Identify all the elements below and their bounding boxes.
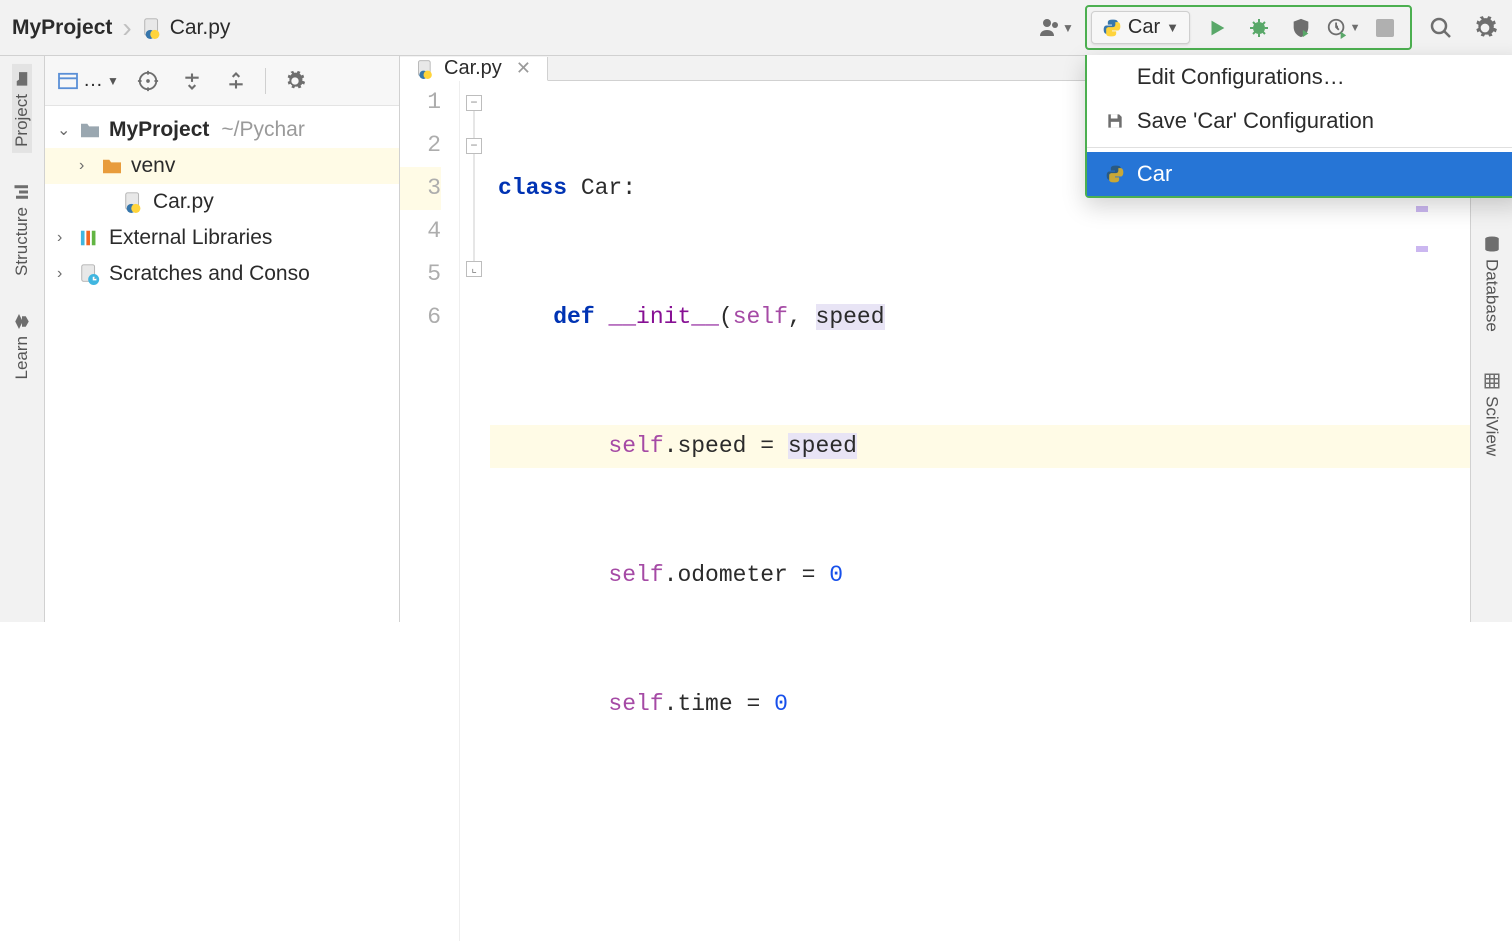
grid-icon [1483, 372, 1501, 390]
user-icon[interactable]: ▼ [1041, 13, 1071, 43]
rail-sciview[interactable]: SciView [1482, 366, 1502, 462]
left-rail: Project Structure Learn [0, 56, 45, 622]
rail-structure[interactable]: Structure [12, 177, 32, 282]
gutter: 1 2 3 4 5 6 [400, 81, 460, 941]
target-icon[interactable] [133, 66, 163, 96]
gear-icon[interactable] [1470, 13, 1500, 43]
code-editor[interactable]: 1 2 3 4 5 6 − − ⌞ class Car: def __init_… [400, 81, 1470, 941]
stop-button[interactable] [1370, 13, 1400, 43]
fold-end[interactable]: ⌞ [466, 261, 482, 277]
tree-root[interactable]: ⌄ MyProject ~/Pychar [45, 112, 399, 148]
project-view-selector[interactable]: … ▼ [57, 69, 119, 92]
save-configuration-item[interactable]: Save 'Car' Configuration [1087, 99, 1512, 143]
project-tree: ⌄ MyProject ~/Pychar › venv Car.py › Ext… [45, 106, 399, 298]
breadcrumb-project[interactable]: MyProject [12, 16, 112, 40]
python-icon [1102, 18, 1122, 38]
database-icon [1483, 235, 1501, 253]
structure-icon [13, 183, 31, 201]
menu-separator [1087, 147, 1512, 148]
folder-icon [101, 157, 123, 175]
chevron-down-icon: ▼ [107, 74, 119, 88]
separator [265, 68, 266, 94]
debug-button[interactable] [1244, 13, 1274, 43]
python-file-icon [416, 59, 436, 79]
collapse-icon[interactable] [221, 66, 251, 96]
learn-icon [13, 312, 31, 330]
window-icon [57, 72, 79, 90]
tree-file-car[interactable]: Car.py [45, 184, 399, 220]
chevron-down-icon: ▼ [1166, 20, 1179, 35]
chevron-down-icon: ▼ [1350, 22, 1361, 34]
python-file-icon [142, 17, 164, 39]
library-icon [79, 228, 101, 248]
tree-external-libs[interactable]: › External Libraries [45, 220, 399, 256]
chevron-right-icon: › [57, 229, 71, 247]
tree-scratches[interactable]: › Scratches and Conso [45, 256, 399, 292]
coverage-button[interactable] [1286, 13, 1316, 43]
python-icon [1105, 164, 1125, 184]
python-file-icon [123, 191, 145, 213]
fold-gutter: − − ⌞ [460, 81, 490, 941]
gear-icon[interactable] [280, 66, 310, 96]
code-body[interactable]: class Car: def __init__(self, speed self… [490, 81, 1470, 941]
config-item-car[interactable]: Car [1087, 152, 1512, 196]
folder-icon [79, 121, 101, 139]
rail-database[interactable]: Database [1482, 229, 1502, 338]
project-panel: … ▼ ⌄ MyProject ~/Pychar › venv [45, 56, 400, 622]
marker[interactable] [1416, 206, 1428, 212]
search-icon[interactable] [1426, 13, 1456, 43]
run-button[interactable] [1202, 13, 1232, 43]
top-actions: ▼ Car ▼ ▼ [1041, 5, 1500, 50]
run-config-dropdown[interactable]: Car ▼ [1091, 11, 1190, 44]
folder-icon [13, 70, 31, 88]
rail-learn[interactable]: Learn [12, 306, 32, 385]
marker[interactable] [1416, 246, 1428, 252]
chevron-right-icon: › [79, 157, 93, 175]
close-icon[interactable]: ✕ [516, 58, 531, 79]
run-config-group: Car ▼ ▼ Edit Configurations… [1085, 5, 1412, 50]
fold-toggle[interactable]: − [466, 138, 482, 154]
chevron-down-icon: ⌄ [57, 120, 71, 140]
tree-venv[interactable]: › venv [45, 148, 399, 184]
scratch-icon [79, 263, 101, 285]
top-bar: MyProject › Car.py ▼ Car ▼ [0, 0, 1512, 56]
expand-icon[interactable] [177, 66, 207, 96]
project-toolbar: … ▼ [45, 56, 399, 106]
edit-configurations-item[interactable]: Edit Configurations… [1087, 55, 1512, 99]
breadcrumb-file[interactable]: Car.py [142, 16, 231, 40]
tab-car[interactable]: Car.py ✕ [400, 57, 548, 81]
chevron-right-icon: › [122, 14, 131, 42]
run-config-menu: Edit Configurations… Save 'Car' Configur… [1085, 55, 1512, 198]
profile-button[interactable]: ▼ [1328, 13, 1358, 43]
fold-toggle[interactable]: − [466, 95, 482, 111]
rail-project[interactable]: Project [12, 64, 32, 153]
save-icon [1105, 111, 1125, 131]
breadcrumb: MyProject › Car.py [12, 14, 1041, 42]
chevron-right-icon: › [57, 265, 71, 283]
